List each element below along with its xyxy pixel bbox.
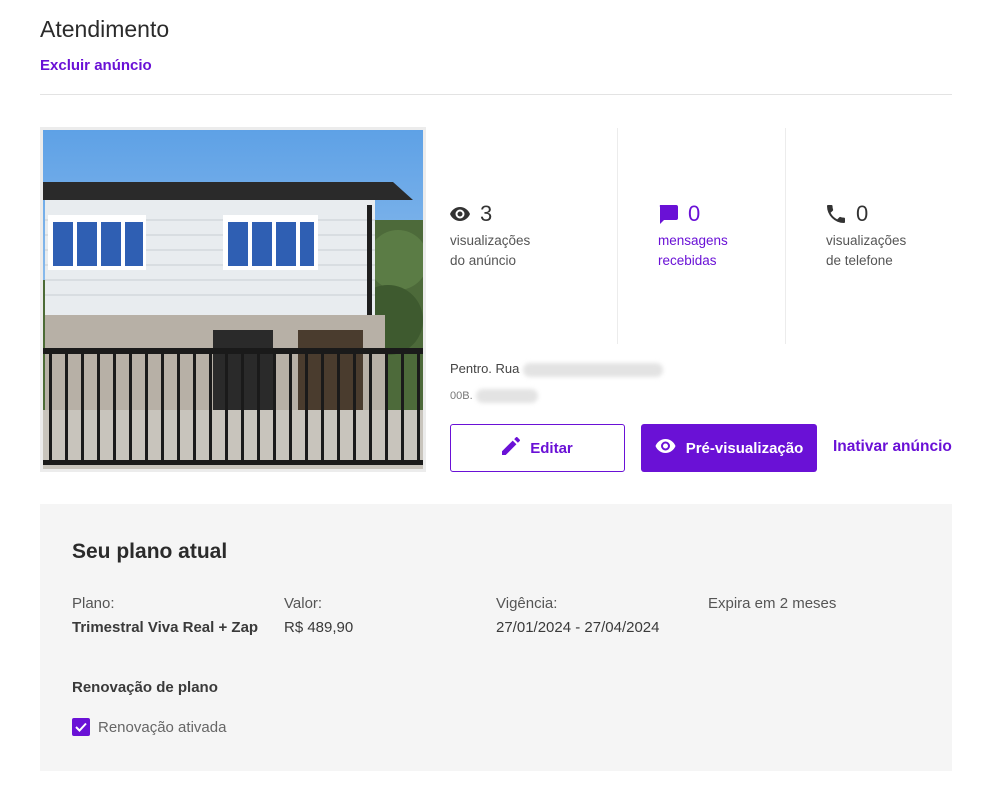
plan-name-field: Plano: Trimestral Viva Real + Zap — [72, 595, 259, 636]
stat-label: visualizações do anúncio — [450, 233, 531, 268]
plan-title: Seu plano atual — [72, 540, 228, 563]
stat-count: 0 — [856, 201, 869, 226]
stat-label: mensagens recebidas — [658, 233, 728, 268]
stat-count: 0 — [688, 201, 701, 226]
listing-photo[interactable] — [40, 127, 426, 472]
redacted-text — [523, 362, 663, 377]
eye-icon — [450, 204, 470, 224]
address-line: Pentro. Rua — [450, 361, 663, 377]
delete-listing-link[interactable]: Excluir anúncio — [40, 57, 152, 74]
edit-button-label: Editar — [530, 439, 573, 457]
stat-messages[interactable]: 0 mensagens recebidas — [658, 200, 818, 271]
message-icon — [658, 204, 678, 224]
stat-divider — [785, 128, 786, 344]
page-title: Atendimento — [40, 16, 170, 42]
stat-phone-views: 0 visualizações de telefone — [826, 200, 986, 271]
renewal-label: Renovação ativada — [98, 718, 227, 736]
edit-button[interactable]: Editar — [450, 424, 625, 472]
header-divider — [40, 94, 952, 95]
phone-icon — [826, 204, 846, 224]
plan-price-field: Valor: R$ 489,90 — [284, 595, 354, 636]
stat-count: 3 — [480, 201, 493, 226]
plan-expiry-field: Expira em 2 meses — [708, 595, 837, 612]
renewal-toggle[interactable]: Renovação ativada — [72, 718, 226, 736]
stat-ad-views: 3 visualizações do anúncio — [450, 200, 610, 271]
address-detail: 00B. — [450, 389, 538, 403]
stat-label: visualizações de telefone — [826, 233, 907, 268]
checkmark-icon — [75, 722, 87, 732]
stat-divider — [617, 128, 618, 344]
pencil-icon — [502, 437, 521, 459]
preview-button-label: Pré-visualização — [685, 439, 804, 457]
renewal-title: Renovação de plano — [72, 679, 218, 696]
preview-button[interactable]: Pré-visualização — [641, 424, 817, 472]
plan-validity-field: Vigência: 27/01/2024 - 27/04/2024 — [496, 595, 660, 636]
renewal-checkbox[interactable] — [72, 718, 90, 736]
current-plan-panel: Seu plano atual Plano: Trimestral Viva R… — [40, 504, 952, 771]
deactivate-listing-link[interactable]: Inativar anúncio — [833, 438, 952, 456]
redacted-text — [475, 389, 538, 403]
eye-icon — [655, 439, 676, 457]
house-image — [43, 130, 423, 469]
